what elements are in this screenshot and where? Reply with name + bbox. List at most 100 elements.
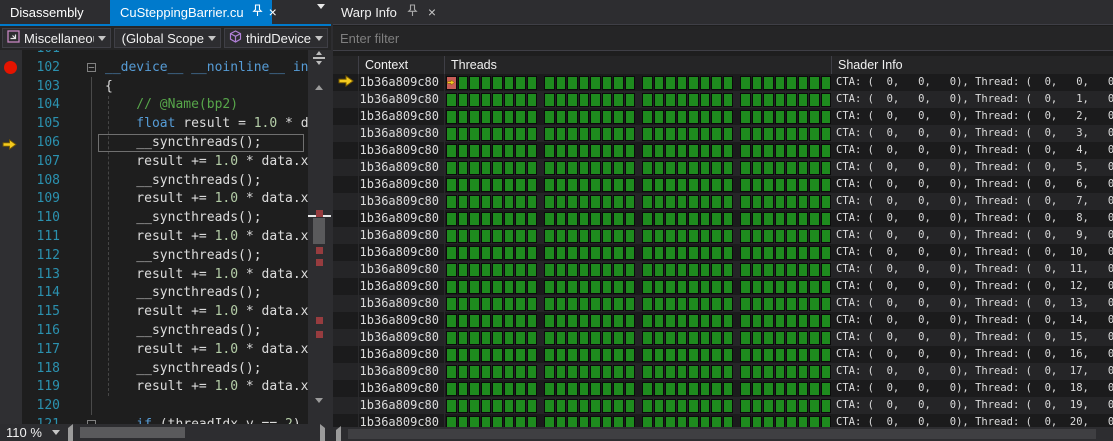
thread-cell[interactable] bbox=[624, 177, 635, 192]
thread-cell[interactable] bbox=[555, 364, 566, 379]
editor-vertical-scrollbar[interactable] bbox=[308, 50, 331, 424]
thread-cell[interactable] bbox=[751, 211, 762, 226]
thread-cell[interactable] bbox=[763, 160, 774, 175]
thread-cell[interactable] bbox=[665, 177, 676, 192]
thread-cell[interactable] bbox=[515, 126, 526, 141]
thread-cell[interactable] bbox=[774, 296, 785, 311]
thread-cell[interactable] bbox=[492, 415, 503, 427]
project-dropdown[interactable]: Miscellaneou bbox=[2, 28, 111, 48]
thread-cell[interactable] bbox=[446, 160, 457, 175]
thread-cell[interactable] bbox=[751, 126, 762, 141]
thread-cell[interactable] bbox=[722, 211, 733, 226]
thread-cell[interactable] bbox=[751, 296, 762, 311]
scrollbar-thumb[interactable] bbox=[313, 218, 325, 244]
thread-cell[interactable] bbox=[797, 228, 808, 243]
thread-cell[interactable] bbox=[492, 211, 503, 226]
thread-cell[interactable] bbox=[601, 245, 612, 260]
thread-cell[interactable] bbox=[711, 160, 722, 175]
shader-info-cell[interactable]: CTA: ( 0, 0, 0), Thread: ( 0, 10, 0) bbox=[832, 244, 1113, 261]
thread-cell[interactable] bbox=[676, 109, 687, 124]
thread-cell[interactable] bbox=[797, 194, 808, 209]
thread-cell[interactable] bbox=[699, 279, 710, 294]
thread-cell[interactable] bbox=[555, 177, 566, 192]
thread-cell[interactable] bbox=[786, 398, 797, 413]
thread-cell[interactable] bbox=[809, 330, 820, 345]
thread-cell[interactable] bbox=[601, 194, 612, 209]
thread-cell[interactable] bbox=[665, 126, 676, 141]
thread-cell[interactable] bbox=[820, 279, 831, 294]
thread-cell[interactable] bbox=[774, 364, 785, 379]
thread-cell[interactable] bbox=[601, 415, 612, 427]
thread-cell[interactable] bbox=[820, 228, 831, 243]
thread-cell[interactable] bbox=[797, 109, 808, 124]
thread-cell[interactable] bbox=[567, 194, 578, 209]
code-line[interactable]: 108 __syncthreads(); bbox=[0, 171, 308, 190]
close-icon[interactable]: × bbox=[269, 5, 277, 19]
thread-cell[interactable] bbox=[740, 75, 751, 90]
warp-row[interactable]: 1b36a809c80 CTA: ( 0, 0, 0), Thread: ( 0,… bbox=[333, 176, 1113, 193]
thread-cell[interactable] bbox=[809, 415, 820, 427]
thread-cell[interactable] bbox=[774, 143, 785, 158]
warp-row[interactable]: 1b36a809c80 CTA: ( 0, 0, 0), Thread: ( 0,… bbox=[333, 278, 1113, 295]
context-cell[interactable]: 1b36a809c80 bbox=[359, 125, 445, 142]
thread-cell[interactable] bbox=[526, 228, 537, 243]
thread-cell[interactable] bbox=[526, 364, 537, 379]
thread-cell[interactable] bbox=[665, 296, 676, 311]
thread-cell[interactable] bbox=[567, 211, 578, 226]
thread-cell[interactable] bbox=[555, 415, 566, 427]
thread-cell[interactable] bbox=[624, 228, 635, 243]
thread-cell[interactable] bbox=[665, 398, 676, 413]
thread-cell[interactable] bbox=[740, 228, 751, 243]
thread-cell[interactable] bbox=[515, 75, 526, 90]
thread-cell[interactable] bbox=[786, 245, 797, 260]
tab-disassembly[interactable]: Disassembly bbox=[0, 0, 106, 24]
code-line[interactable]: 114 __syncthreads(); bbox=[0, 283, 308, 302]
thread-cell[interactable] bbox=[699, 75, 710, 90]
warp-row[interactable]: 1b36a809c80 CTA: ( 0, 0, 0), Thread: ( 0,… bbox=[333, 295, 1113, 312]
shader-info-cell[interactable]: CTA: ( 0, 0, 0), Thread: ( 0, 13, 0) bbox=[832, 295, 1113, 312]
thread-cell[interactable] bbox=[676, 92, 687, 107]
thread-cell[interactable] bbox=[480, 364, 491, 379]
thread-cell[interactable] bbox=[578, 262, 589, 277]
thread-cell[interactable] bbox=[590, 279, 601, 294]
thread-cell[interactable] bbox=[555, 194, 566, 209]
thread-cell[interactable] bbox=[469, 228, 480, 243]
thread-cell[interactable] bbox=[809, 126, 820, 141]
thread-cell[interactable] bbox=[797, 126, 808, 141]
thread-cell[interactable] bbox=[590, 296, 601, 311]
thread-cell[interactable] bbox=[480, 160, 491, 175]
thread-cell[interactable] bbox=[711, 75, 722, 90]
thread-cell[interactable] bbox=[526, 92, 537, 107]
thread-cell[interactable] bbox=[763, 92, 774, 107]
thread-cell[interactable] bbox=[809, 381, 820, 396]
thread-cell[interactable] bbox=[751, 109, 762, 124]
thread-cell[interactable] bbox=[446, 75, 457, 90]
thread-cell[interactable] bbox=[457, 262, 468, 277]
thread-cell[interactable] bbox=[446, 177, 457, 192]
thread-cell[interactable] bbox=[751, 313, 762, 328]
context-cell[interactable]: 1b36a809c80 bbox=[359, 397, 445, 414]
thread-cell[interactable] bbox=[688, 381, 699, 396]
thread-cell[interactable] bbox=[601, 177, 612, 192]
thread-cell[interactable] bbox=[492, 330, 503, 345]
shader-info-cell[interactable]: CTA: ( 0, 0, 0), Thread: ( 0, 8, 0) bbox=[832, 210, 1113, 227]
thread-cell[interactable] bbox=[624, 245, 635, 260]
thread-cell[interactable] bbox=[613, 109, 624, 124]
thread-cell[interactable] bbox=[492, 126, 503, 141]
chevron-down-icon[interactable] bbox=[317, 4, 325, 24]
thread-cell[interactable] bbox=[820, 313, 831, 328]
thread-cell[interactable] bbox=[613, 279, 624, 294]
thread-cell[interactable] bbox=[642, 347, 653, 362]
thread-cell[interactable] bbox=[688, 296, 699, 311]
thread-cell[interactable] bbox=[774, 245, 785, 260]
thread-cell[interactable] bbox=[492, 313, 503, 328]
scope-dropdown[interactable]: (Global Scope bbox=[114, 28, 221, 48]
thread-cell[interactable] bbox=[590, 177, 601, 192]
thread-cell[interactable] bbox=[515, 415, 526, 427]
thread-cell[interactable] bbox=[526, 126, 537, 141]
thread-cell[interactable] bbox=[503, 347, 514, 362]
thread-cell[interactable] bbox=[740, 364, 751, 379]
thread-cell[interactable] bbox=[624, 143, 635, 158]
thread-cell[interactable] bbox=[688, 228, 699, 243]
shader-info-cell[interactable]: CTA: ( 0, 0, 0), Thread: ( 0, 15, 0) bbox=[832, 329, 1113, 346]
